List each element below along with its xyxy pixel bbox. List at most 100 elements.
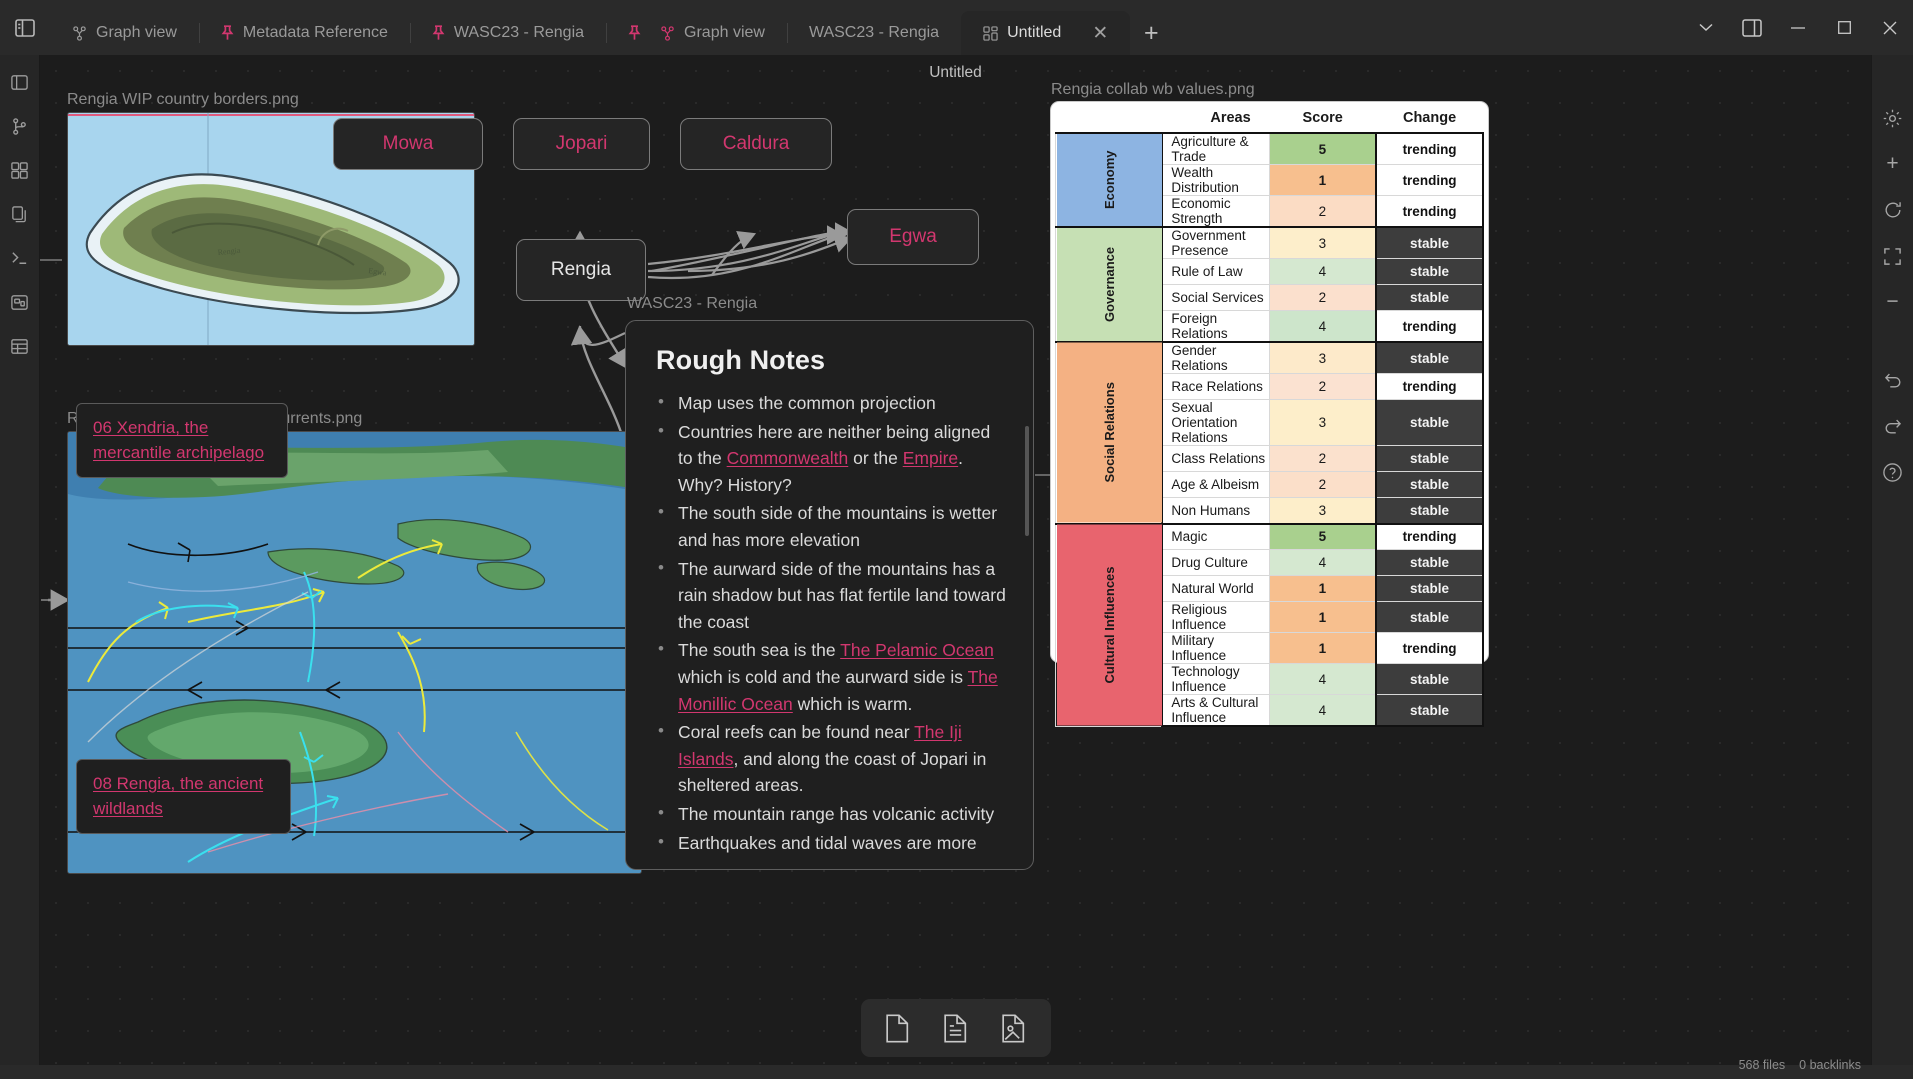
area-cell: Social Services <box>1161 284 1270 311</box>
link-pelamic-ocean[interactable]: The Pelamic Ocean <box>840 640 994 660</box>
plus-icon[interactable]: + <box>1878 149 1908 179</box>
rough-notes-card[interactable]: Rough Notes Map uses the common projecti… <box>625 320 1034 870</box>
tab-untitled[interactable]: Untitled ✕ <box>961 11 1131 55</box>
node-caldura[interactable]: Caldura <box>680 118 832 170</box>
help-icon[interactable] <box>1878 457 1908 487</box>
tab-label: WASC23 - Rengia <box>808 24 940 41</box>
score-cell: 1 <box>1268 575 1377 602</box>
tab-wasc23-rengia-2[interactable]: WASC23 - Rengia <box>786 11 961 55</box>
change-cell: stable <box>1375 497 1484 525</box>
tab-divider <box>786 23 788 43</box>
close-icon[interactable]: ✕ <box>1092 24 1108 43</box>
area-cell: Foreign Relations <box>1161 310 1270 343</box>
category-cell: Governance <box>1055 227 1163 342</box>
area-cell: Age & Albeism <box>1161 471 1270 498</box>
tab-strip: Graph view Metadata Reference WASC23 - R… <box>50 0 1683 55</box>
tab-graph-view-1[interactable]: Graph view <box>50 11 199 55</box>
area-cell: Magic <box>1161 522 1270 550</box>
tab-list-button[interactable] <box>1683 0 1729 55</box>
table-row: Governance Government Presence 3 stable <box>1055 226 1484 342</box>
note-text: Coral reefs can be found near <box>678 722 915 743</box>
table-row: Economy Agriculture & Trade 5 trending <box>1055 132 1484 227</box>
node-rengia[interactable]: Rengia <box>516 239 646 301</box>
tab-metadata-reference[interactable]: Metadata Reference <box>198 11 410 55</box>
area-cell: Arts & Cultural Influence <box>1161 694 1270 727</box>
score-cell: 1 <box>1268 632 1377 664</box>
change-cell: stable <box>1375 663 1484 695</box>
tab-label: Graph view <box>684 24 765 41</box>
terminal-icon[interactable] <box>5 243 35 273</box>
note-text: The south side of the mountains is wette… <box>678 503 998 550</box>
link-commonwealth[interactable]: Commonwealth <box>727 448 849 468</box>
area-cell: Drug Culture <box>1161 549 1270 576</box>
list-item: Map uses the common projection <box>654 389 1007 417</box>
change-cell: stable <box>1375 601 1484 633</box>
image-file-icon[interactable] <box>991 1008 1037 1048</box>
expand-icon[interactable] <box>1878 241 1908 271</box>
score-cell: 2 <box>1268 195 1377 228</box>
area-cell: Military Influence <box>1161 632 1270 664</box>
canvas-area[interactable]: Untitled Rengia WIP country borders.png <box>40 55 1871 1079</box>
pin-icon <box>628 25 641 41</box>
table-label: Rengia collab wb values.png <box>1051 81 1255 98</box>
new-tab-button[interactable]: + <box>1130 11 1172 55</box>
grid-icon[interactable] <box>5 155 35 185</box>
note-text: which is cold and the aurward side is <box>678 666 968 687</box>
tab-divider <box>409 23 411 43</box>
area-cell: Sexual Orientation Relations <box>1161 399 1270 446</box>
score-cell: 4 <box>1268 310 1377 343</box>
notes-scrollbar[interactable] <box>1025 426 1029 536</box>
copy-icon[interactable] <box>5 199 35 229</box>
close-window-button[interactable] <box>1867 0 1913 55</box>
area-cell: Race Relations <box>1161 373 1270 400</box>
node-egwa[interactable]: Egwa <box>847 209 979 265</box>
link-empire[interactable]: Empire <box>903 448 958 468</box>
score-cell: 3 <box>1268 341 1377 374</box>
note-blank-icon[interactable] <box>875 1008 921 1048</box>
toggle-left-sidebar-button[interactable] <box>0 0 50 55</box>
tab-label: Metadata Reference <box>242 24 388 41</box>
area-cell: Government Presence <box>1161 226 1270 259</box>
notes-list: Map uses the common projection Countries… <box>626 380 1033 869</box>
worldbuilding-values-table[interactable]: Areas Score Change Economy Agriculture & … <box>1051 102 1488 727</box>
title-bar: Graph view Metadata Reference WASC23 - R… <box>0 0 1913 55</box>
tab-label: Graph view <box>96 24 177 41</box>
toggle-right-sidebar-button[interactable] <box>1729 0 1775 55</box>
table-row: Cultural Influences Magic 5 trending <box>1055 522 1484 726</box>
map-label-xendria[interactable]: 06 Xendria, the mercantile archipelago <box>76 403 288 479</box>
gear-icon[interactable] <box>1878 103 1908 133</box>
maximize-button[interactable] <box>1821 0 1867 55</box>
change-cell: trending <box>1375 373 1484 400</box>
header-change: Change <box>1376 106 1483 133</box>
table-icon[interactable] <box>5 331 35 361</box>
score-cell: 4 <box>1268 258 1377 285</box>
node-label: Mowa <box>382 133 434 154</box>
list-item: Countries here are neither being aligned… <box>654 418 1007 499</box>
table-row: Social Relations Gender Relations 3 stable <box>1055 341 1484 524</box>
refresh-icon[interactable] <box>1878 195 1908 225</box>
minus-icon[interactable]: − <box>1878 287 1908 317</box>
undo-icon[interactable] <box>1878 365 1908 395</box>
note-text-icon[interactable] <box>933 1008 979 1048</box>
minimize-button[interactable] <box>1775 0 1821 55</box>
area-cell: Religious Influence <box>1161 601 1270 633</box>
tab-graph-view-2[interactable]: Graph view <box>606 11 787 55</box>
bottom-strip <box>0 1065 1913 1079</box>
node-jopari[interactable]: Jopari <box>513 118 650 170</box>
git-branch-icon[interactable] <box>5 111 35 141</box>
tab-wasc23-rengia-1[interactable]: WASC23 - Rengia <box>409 11 606 55</box>
folder-icon[interactable] <box>5 67 35 97</box>
node-mowa[interactable]: Mowa <box>333 118 483 170</box>
score-cell: 1 <box>1268 601 1377 633</box>
note-text: or the <box>848 448 903 469</box>
redo-icon[interactable] <box>1878 411 1908 441</box>
score-cell: 1 <box>1268 164 1377 196</box>
score-cell: 3 <box>1268 226 1377 259</box>
node-label: Caldura <box>722 133 790 154</box>
canvas-icon <box>983 25 998 41</box>
canvas-icon[interactable] <box>5 287 35 317</box>
category-cell: Economy <box>1055 133 1163 227</box>
map-label-rengia-wildlands[interactable]: 08 Rengia, the ancient wildlands <box>76 759 291 835</box>
table-header-row: Areas Score Change <box>1055 106 1483 133</box>
map-top-label: Rengia WIP country borders.png <box>67 91 299 108</box>
